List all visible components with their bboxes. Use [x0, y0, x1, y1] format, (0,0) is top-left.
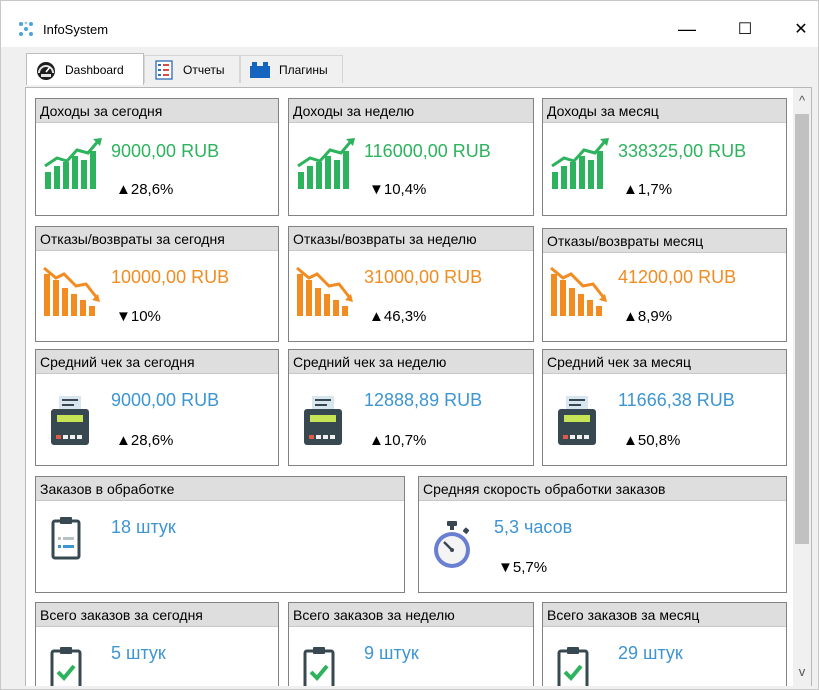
scroll-down-arrow-icon[interactable]: v — [793, 662, 811, 680]
income-value: 116000,00 RUB — [364, 141, 491, 161]
tab-plugins[interactable]: Плагины — [240, 55, 343, 83]
avg-check-value: 11666,38 RUB — [618, 390, 735, 410]
tab-reports[interactable]: Отчеты — [144, 55, 240, 83]
card-avg-check-today: Средний чек за сегодня 9000,00 RUB ▲28,6… — [35, 349, 279, 466]
tab-label: Отчеты — [183, 62, 225, 77]
card-title: Средний чек за сегодня — [36, 350, 278, 374]
card-title: Средний чек за неделю — [289, 350, 533, 374]
card-title: Всего заказов за сегодня — [36, 603, 278, 627]
growth-chart-icon — [551, 138, 609, 189]
tab-dashboard[interactable]: Dashboard — [26, 53, 144, 85]
cash-register-icon — [304, 396, 342, 445]
clipboard-check-icon — [557, 647, 589, 688]
income-delta: ▲1,7% — [623, 181, 673, 198]
refunds-delta: ▼10% — [116, 308, 161, 325]
card-title: Доходы за месяц — [543, 99, 786, 123]
card-income-today: Доходы за сегодня 9000,00 RUB ▲28,6% — [35, 98, 279, 216]
avg-speed-value: 5,3 часов — [494, 517, 573, 537]
refunds-value: 41200,00 RUB — [618, 267, 737, 287]
refunds-delta: ▲46,3% — [369, 308, 427, 325]
card-title: Доходы за неделю — [289, 99, 533, 123]
app-icon — [19, 21, 33, 36]
window-title: InfoSystem — [43, 22, 109, 37]
clipboard-list-icon — [51, 517, 81, 560]
avg-check-value: 9000,00 RUB — [111, 390, 220, 410]
card-title: Средний чек за месяц — [543, 350, 786, 374]
card-title: Отказы/возвраты за сегодня — [36, 227, 278, 251]
refunds-value: 31000,00 RUB — [364, 267, 483, 287]
card-total-orders-today: Всего заказов за сегодня 5 штук — [35, 602, 279, 688]
growth-chart-icon — [297, 138, 355, 189]
clipboard-check-icon — [50, 647, 82, 688]
tab-strip: Dashboard Отчеты Плагины — [1, 47, 818, 89]
vertical-scrollbar[interactable]: ^ v — [793, 88, 811, 688]
income-delta: ▼10,4% — [369, 181, 427, 198]
clipboard-check-icon — [303, 647, 335, 688]
stopwatch-icon — [434, 521, 470, 568]
total-orders-value: 9 штук — [364, 643, 419, 663]
title-bar: InfoSystem — ☐ ✕ — [1, 1, 818, 47]
card-avg-processing-speed: Средняя скорость обработки заказов 5,3 ч… — [418, 476, 787, 593]
card-total-orders-week: Всего заказов за неделю 9 штук — [288, 602, 534, 688]
tab-label: Плагины — [279, 62, 328, 77]
income-value: 9000,00 RUB — [111, 141, 220, 161]
growth-chart-icon — [44, 138, 102, 189]
refunds-delta: ▲8,9% — [623, 308, 673, 325]
maximize-button[interactable]: ☐ — [730, 15, 760, 43]
app-window: InfoSystem — ☐ ✕ Dashboard Отчеты Плагин… — [0, 0, 819, 690]
card-title: Отказы/возвраты за неделю — [289, 227, 533, 251]
tab-label: Dashboard — [65, 62, 124, 77]
decline-chart-icon — [43, 266, 100, 316]
cash-register-icon — [558, 396, 596, 445]
orders-processing-value: 18 штук — [111, 517, 176, 537]
income-delta: ▲28,6% — [116, 181, 174, 198]
close-button[interactable]: ✕ — [786, 15, 816, 43]
dashboard-panel[interactable]: Доходы за сегодня 9000,00 RUB ▲28,6% Дох… — [25, 87, 812, 689]
card-orders-processing: Заказов в обработке 18 штук — [35, 476, 405, 593]
window-bottom-edge — [1, 686, 818, 689]
decline-chart-icon — [550, 266, 607, 316]
card-refunds-today: Отказы/возвраты за сегодня 10000,00 RUB … — [35, 226, 279, 342]
avg-check-delta: ▲50,8% — [623, 432, 681, 449]
avg-check-delta: ▲28,6% — [116, 432, 174, 449]
avg-check-value: 12888,89 RUB — [364, 390, 483, 410]
card-title: Средняя скорость обработки заказов — [419, 477, 786, 501]
avg-check-delta: ▲10,7% — [369, 432, 427, 449]
scroll-up-arrow-icon[interactable]: ^ — [793, 91, 811, 109]
income-value: 338325,00 RUB — [618, 141, 747, 161]
total-orders-value: 5 штук — [111, 643, 166, 663]
decline-chart-icon — [296, 266, 353, 316]
card-income-week: Доходы за неделю 116000,00 RUB ▼10,4% — [288, 98, 534, 216]
card-title: Отказы/возвраты месяц — [543, 229, 786, 253]
scroll-thumb[interactable] — [795, 114, 809, 544]
card-income-month: Доходы за месяц 338325,00 RUB ▲1,7% — [542, 98, 787, 216]
card-avg-check-week: Средний чек за неделю 12888,89 RUB ▲10,7… — [288, 349, 534, 466]
card-title: Всего заказов за месяц — [543, 603, 786, 627]
card-refunds-month: Отказы/возвраты месяц 41200,00 RUB ▲8,9% — [542, 228, 787, 342]
card-refunds-week: Отказы/возвраты за неделю 31000,00 RUB ▲… — [288, 226, 534, 342]
avg-speed-delta: ▼5,7% — [498, 559, 548, 576]
speedometer-icon — [34, 60, 58, 80]
cash-register-icon — [51, 396, 89, 445]
minimize-button[interactable]: — — [672, 15, 702, 43]
refunds-value: 10000,00 RUB — [111, 267, 230, 287]
report-icon — [152, 59, 176, 80]
card-title: Заказов в обработке — [36, 477, 404, 501]
card-total-orders-month: Всего заказов за месяц 29 штук — [542, 602, 787, 688]
total-orders-value: 29 штук — [618, 643, 683, 663]
card-title: Всего заказов за неделю — [289, 603, 533, 627]
plugin-blocks-icon — [248, 60, 272, 80]
card-title: Доходы за сегодня — [36, 99, 278, 123]
card-avg-check-month: Средний чек за месяц 11666,38 RUB ▲50,8% — [542, 349, 787, 466]
